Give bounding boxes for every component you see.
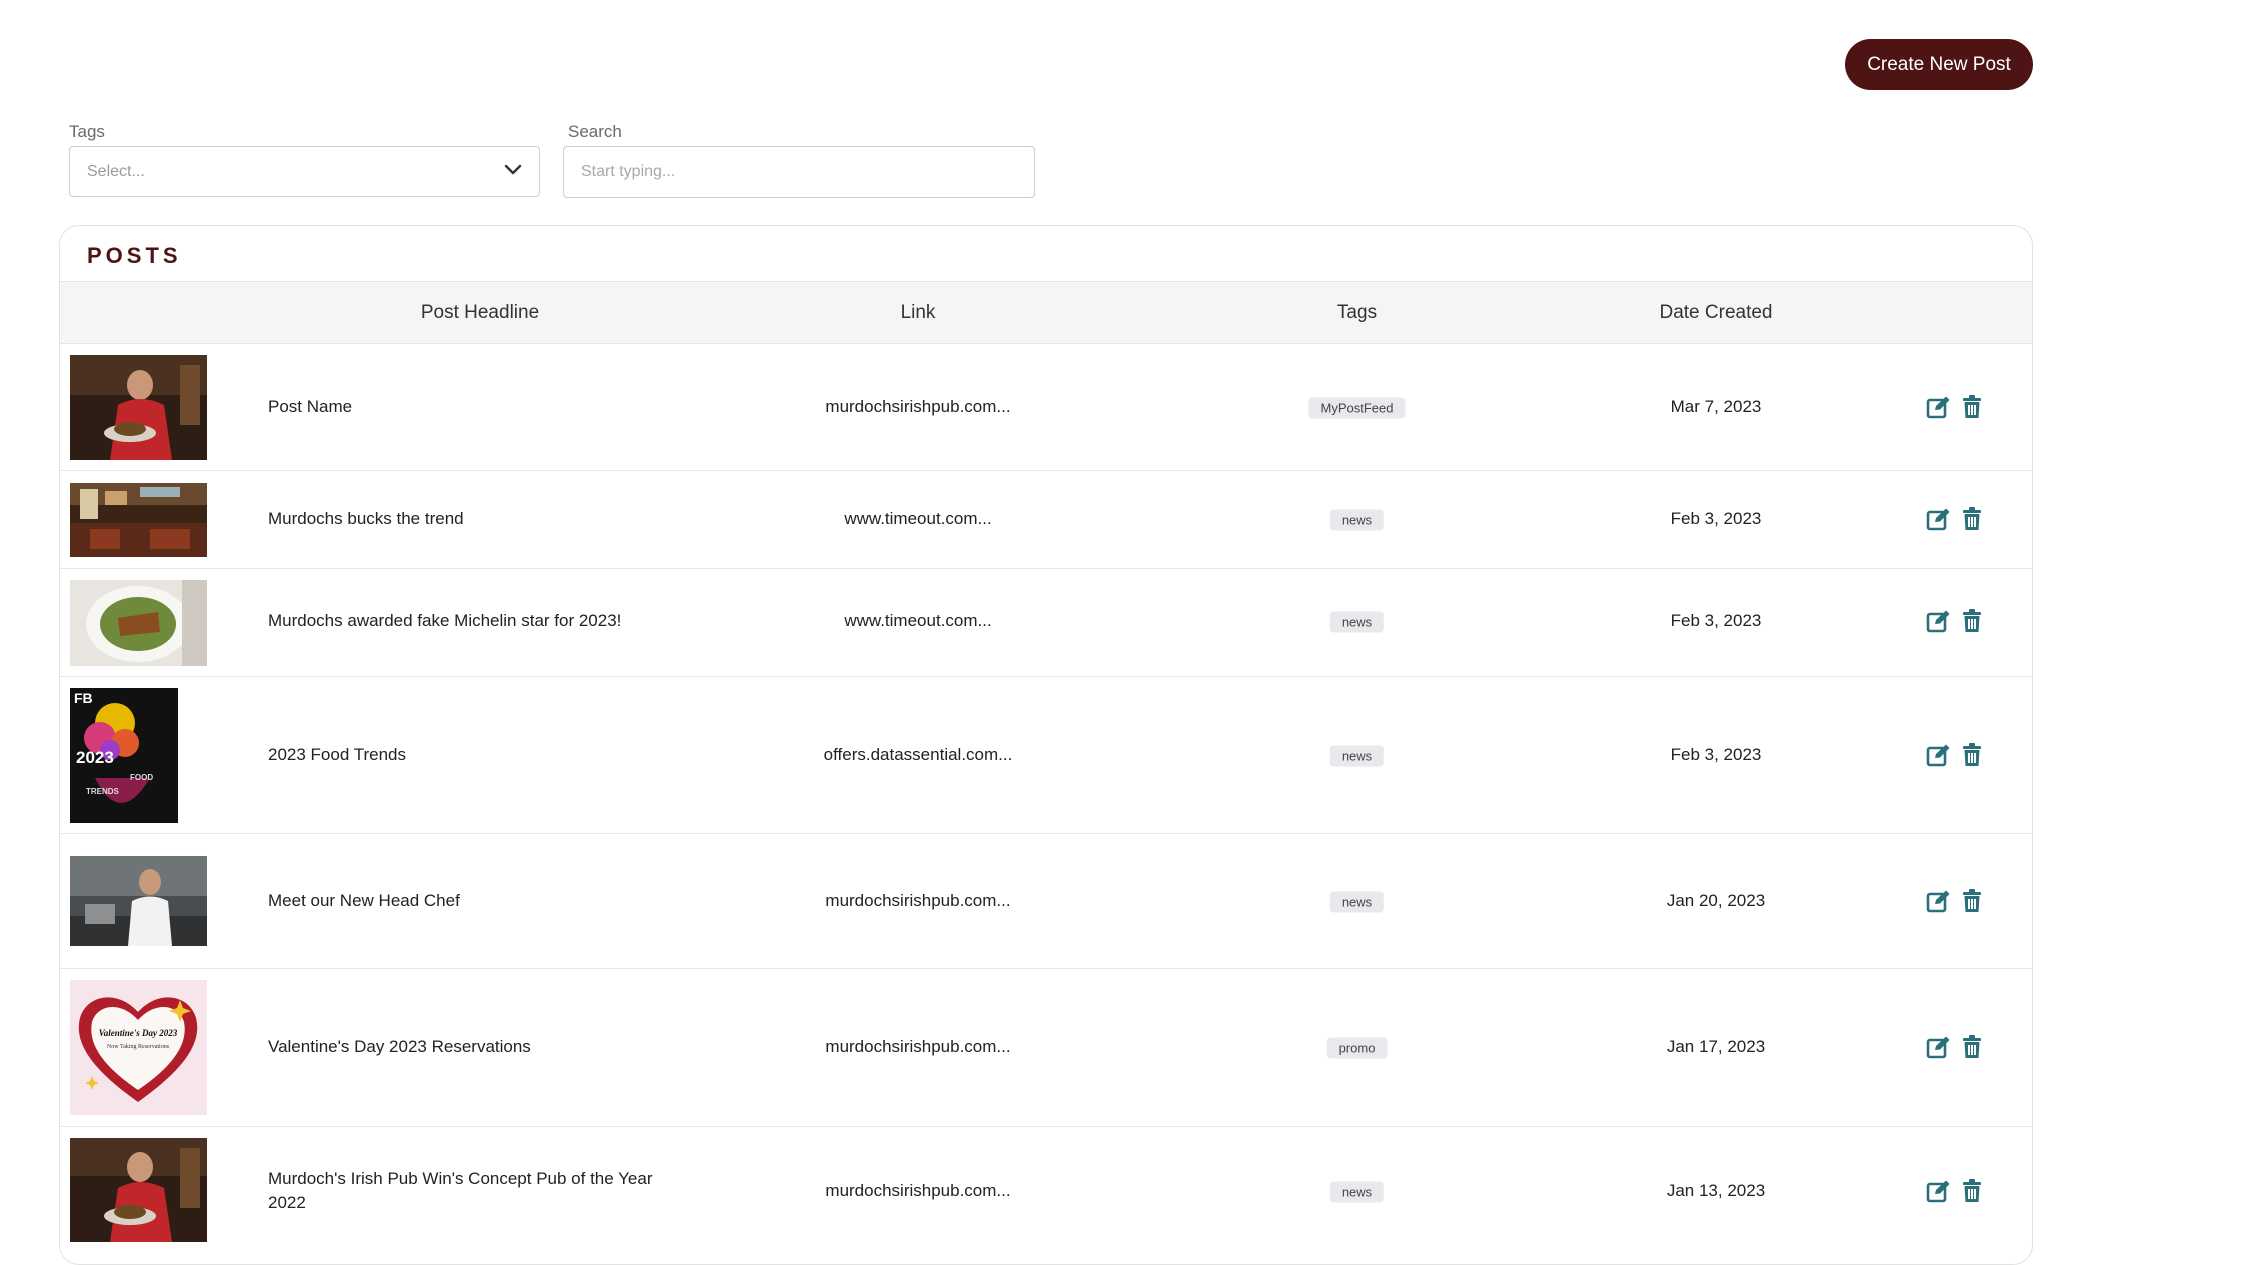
table-row[interactable]: Murdoch's Irish Pub Win's Concept Pub of… bbox=[60, 1127, 2032, 1264]
trash-icon[interactable] bbox=[1959, 1034, 1985, 1060]
edit-icon[interactable] bbox=[1926, 1034, 1952, 1060]
thumb-text: Valentine's Day 2023 bbox=[99, 1028, 178, 1038]
tags-select-placeholder: Select... bbox=[87, 162, 145, 180]
post-link[interactable]: murdochsirishpub.com... bbox=[825, 891, 1010, 911]
tags-filter-label: Tags bbox=[69, 122, 105, 141]
post-date: Jan 20, 2023 bbox=[1666, 891, 1766, 910]
post-headline: Post Name bbox=[268, 397, 353, 416]
table-row[interactable]: Murdochs awarded fake Michelin star for … bbox=[60, 569, 2032, 677]
edit-icon[interactable] bbox=[1926, 1178, 1952, 1204]
edit-icon[interactable] bbox=[1926, 506, 1952, 532]
tag-badge: promo bbox=[1326, 1037, 1388, 1059]
post-date: Jan 13, 2023 bbox=[1666, 1181, 1766, 1200]
thumb-text: FOOD bbox=[130, 773, 153, 782]
tag-badge: news bbox=[1329, 611, 1385, 633]
table-row[interactable]: Meet our New Head Chef murdochsirishpub.… bbox=[60, 834, 2032, 969]
post-date: Feb 3, 2023 bbox=[1670, 745, 1762, 764]
post-thumbnail bbox=[70, 856, 207, 946]
column-header-date: Date Created bbox=[1659, 302, 1773, 323]
post-thumbnail: FB 2023 FOOD TRENDS bbox=[70, 688, 178, 823]
create-new-post-button[interactable]: Create New Post bbox=[1845, 39, 2033, 90]
table-row[interactable]: Murdochs bucks the trend www.timeout.com… bbox=[60, 471, 2032, 569]
trash-icon[interactable] bbox=[1959, 608, 1985, 634]
trash-icon[interactable] bbox=[1959, 742, 1985, 768]
edit-icon[interactable] bbox=[1926, 742, 1952, 768]
trash-icon[interactable] bbox=[1959, 506, 1985, 532]
posts-card: POSTS Post Headline Link Tags Date Creat… bbox=[59, 225, 2033, 1265]
edit-icon[interactable] bbox=[1926, 888, 1952, 914]
thumb-text: TRENDS bbox=[86, 787, 120, 796]
post-headline: Murdochs bucks the trend bbox=[268, 509, 464, 528]
post-date: Feb 3, 2023 bbox=[1670, 611, 1762, 630]
table-header: Post Headline Link Tags Date Created bbox=[60, 281, 2032, 344]
post-headline: Murdoch's Irish Pub Win's Concept Pub of… bbox=[268, 1169, 653, 1212]
posts-title: POSTS bbox=[87, 243, 182, 268]
post-thumbnail bbox=[70, 355, 207, 460]
table-row[interactable]: Valentine's Day 2023 Now Taking Reservat… bbox=[60, 969, 2032, 1127]
post-thumbnail bbox=[70, 1138, 207, 1242]
column-header-tags: Tags bbox=[1336, 302, 1378, 323]
post-headline: Murdochs awarded fake Michelin star for … bbox=[268, 611, 622, 630]
post-headline: Meet our New Head Chef bbox=[268, 891, 460, 910]
trash-icon[interactable] bbox=[1959, 888, 1985, 914]
column-header-link: Link bbox=[900, 302, 936, 323]
thumb-text: FB bbox=[74, 690, 93, 706]
post-date: Jan 17, 2023 bbox=[1666, 1037, 1766, 1056]
post-date: Mar 7, 2023 bbox=[1670, 397, 1762, 416]
chevron-down-icon bbox=[504, 163, 522, 181]
post-link[interactable]: murdochsirishpub.com... bbox=[825, 1181, 1010, 1201]
tag-badge: news bbox=[1329, 509, 1385, 531]
search-input[interactable] bbox=[563, 146, 1035, 198]
edit-icon[interactable] bbox=[1926, 608, 1952, 634]
post-thumbnail bbox=[70, 483, 207, 557]
tag-badge: news bbox=[1329, 1181, 1385, 1203]
edit-icon[interactable] bbox=[1926, 394, 1952, 420]
post-link[interactable]: offers.datassential.com... bbox=[824, 745, 1013, 765]
post-link[interactable]: murdochsirishpub.com... bbox=[825, 397, 1010, 417]
post-date: Feb 3, 2023 bbox=[1670, 509, 1762, 528]
post-headline: Valentine's Day 2023 Reservations bbox=[268, 1037, 531, 1056]
table-row[interactable]: FB 2023 FOOD TRENDS 2023 Food Trends off… bbox=[60, 677, 2032, 834]
trash-icon[interactable] bbox=[1959, 394, 1985, 420]
thumb-text: Now Taking Reservations bbox=[107, 1044, 170, 1050]
table-row[interactable]: Post Name murdochsirishpub.com... MyPost… bbox=[60, 344, 2032, 471]
tags-select[interactable]: Select... bbox=[69, 146, 540, 197]
thumb-text: 2023 bbox=[76, 748, 114, 767]
tag-badge: news bbox=[1329, 745, 1385, 767]
search-label: Search bbox=[568, 122, 622, 141]
column-header-headline: Post Headline bbox=[420, 302, 540, 323]
post-link[interactable]: www.timeout.com... bbox=[844, 509, 991, 529]
post-thumbnail bbox=[70, 580, 207, 666]
trash-icon[interactable] bbox=[1959, 1178, 1985, 1204]
tag-badge: MyPostFeed bbox=[1308, 397, 1406, 419]
post-link[interactable]: www.timeout.com... bbox=[844, 611, 991, 631]
post-headline: 2023 Food Trends bbox=[268, 745, 406, 764]
post-link[interactable]: murdochsirishpub.com... bbox=[825, 1037, 1010, 1057]
tag-badge: news bbox=[1329, 891, 1385, 913]
post-thumbnail: Valentine's Day 2023 Now Taking Reservat… bbox=[70, 980, 207, 1115]
